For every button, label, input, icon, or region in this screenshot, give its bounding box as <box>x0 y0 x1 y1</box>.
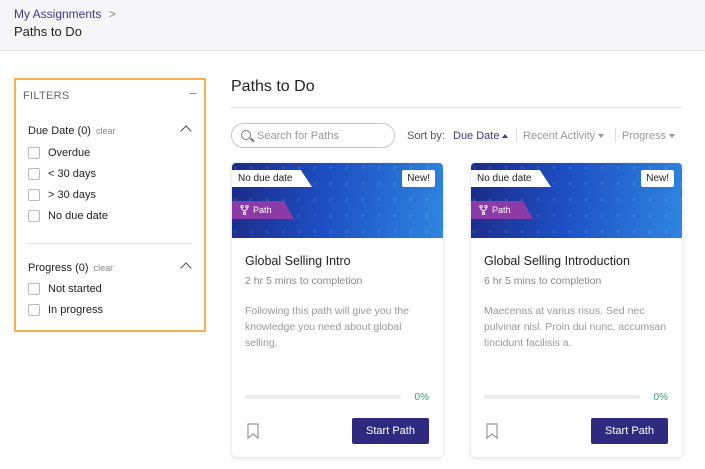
filter-option-label: > 30 days <box>48 189 97 201</box>
path-type-tag: Path <box>471 201 533 219</box>
filters-panel: FILTERS − Due Date (0) clear Overdue < 3… <box>14 78 206 332</box>
progress-section-title: Progress (0) clear <box>28 262 113 274</box>
search-input[interactable] <box>257 127 391 144</box>
path-card[interactable]: No due date New! Path Global Selling Int… <box>232 163 443 457</box>
bookmark-icon[interactable] <box>247 423 259 439</box>
sort-option-label: Due Date <box>453 130 500 142</box>
title-divider <box>231 107 682 108</box>
progress-bar <box>245 395 401 399</box>
path-card[interactable]: No due date New! Path Global Selling Int… <box>471 163 682 457</box>
caret-down-icon <box>669 134 676 138</box>
filters-heading: FILTERS <box>23 90 70 102</box>
progress-title: Progress (0) <box>28 262 89 274</box>
card-description: Following this path will give you the kn… <box>245 305 410 349</box>
top-bar: My Assignments > Paths to Do <box>0 0 705 51</box>
checkbox[interactable] <box>28 304 40 316</box>
sort-option-due-date[interactable]: Due Date <box>453 130 509 142</box>
sort-option-label: Recent Activity <box>523 130 596 142</box>
new-badge: New! <box>641 170 674 187</box>
due-date-tag: No due date <box>232 170 312 187</box>
path-fork-icon <box>240 205 249 215</box>
checkbox[interactable] <box>28 147 40 159</box>
chevron-up-icon[interactable] <box>180 262 192 274</box>
sort-option-recent-activity[interactable]: Recent Activity <box>523 130 605 142</box>
due-date-title: Due Date (0) <box>28 125 91 137</box>
path-type-label: Path <box>492 205 511 215</box>
card-title[interactable]: Global Selling Introduction <box>484 254 630 268</box>
progress-clear-link[interactable]: clear <box>94 263 114 273</box>
filter-option-label: < 30 days <box>48 168 97 180</box>
start-path-button[interactable]: Start Path <box>352 418 429 444</box>
start-path-button[interactable]: Start Path <box>591 418 668 444</box>
progress-percent: 0% <box>414 392 429 403</box>
search-icon <box>241 130 251 140</box>
filter-option-label: No due date <box>48 210 108 222</box>
checkbox[interactable] <box>28 168 40 180</box>
path-fork-icon <box>479 205 488 215</box>
breadcrumb: My Assignments > <box>14 7 116 21</box>
due-date-clear-link[interactable]: clear <box>96 126 116 136</box>
filter-option-label: Overdue <box>48 147 91 159</box>
sort-divider <box>516 128 517 142</box>
caret-down-icon <box>598 134 605 138</box>
caret-up-icon <box>502 134 509 138</box>
new-badge: New! <box>402 170 435 187</box>
sort-divider <box>615 128 616 142</box>
filter-divider <box>28 243 192 244</box>
collapse-filters-icon[interactable]: − <box>189 85 197 101</box>
search-box[interactable] <box>231 123 395 148</box>
progress-percent: 0% <box>653 392 668 403</box>
checkbox[interactable] <box>28 283 40 295</box>
sort-option-label: Progress <box>622 130 667 142</box>
checkbox[interactable] <box>28 210 40 222</box>
chevron-up-icon[interactable] <box>180 125 192 137</box>
breadcrumb-current: Paths to Do <box>14 24 82 39</box>
breadcrumb-separator: > <box>108 7 116 21</box>
card-description: Maecenas at varius risus. Sed nec pulvin… <box>484 305 667 349</box>
card-duration: 2 hr 5 mins to completion <box>245 275 363 287</box>
checkbox[interactable] <box>28 189 40 201</box>
progress-bar <box>484 395 640 399</box>
card-title[interactable]: Global Selling Intro <box>245 254 351 268</box>
filter-option-label: Not started <box>48 283 102 295</box>
path-type-tag: Path <box>232 201 294 219</box>
due-date-section-title: Due Date (0) clear <box>28 125 116 137</box>
sort-option-progress[interactable]: Progress <box>622 130 676 142</box>
card-duration: 6 hr 5 mins to completion <box>484 275 602 287</box>
due-date-tag: No due date <box>471 170 551 187</box>
path-type-label: Path <box>253 205 272 215</box>
bookmark-icon[interactable] <box>486 423 498 439</box>
breadcrumb-link-my-assignments[interactable]: My Assignments <box>14 7 101 21</box>
filter-option-label: In progress <box>48 304 104 316</box>
sort-by-label: Sort by: <box>407 130 445 142</box>
page-title: Paths to Do <box>231 78 315 95</box>
